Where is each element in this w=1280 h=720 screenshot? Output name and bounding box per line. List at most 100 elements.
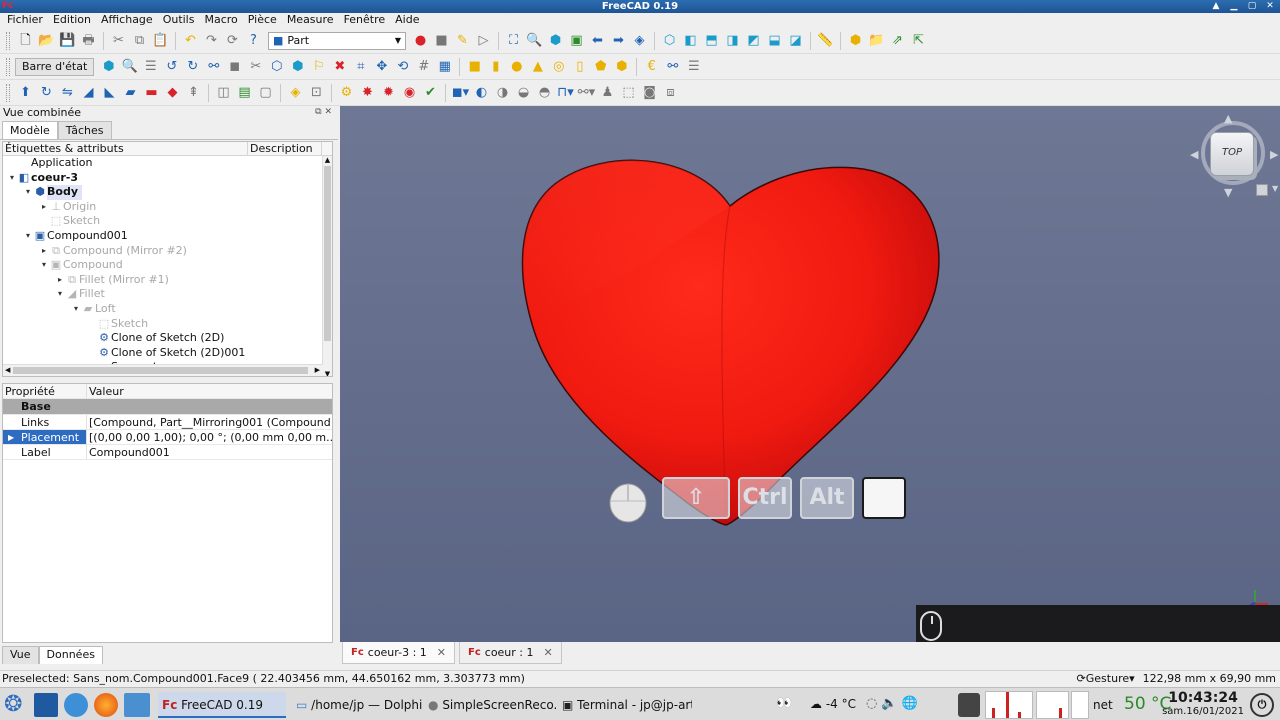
sphere-icon[interactable]: ● — [507, 57, 526, 76]
task-terminal[interactable]: ▣ Terminal - jp@jp-art... — [558, 692, 692, 718]
zoom-icon[interactable]: 🔍 — [120, 57, 139, 76]
mirror-icon[interactable]: ⇋ — [58, 83, 77, 102]
file-manager-icon[interactable] — [124, 693, 150, 717]
property-group-base[interactable]: Base — [3, 399, 332, 415]
property-row-placement[interactable]: ▶ Placement [(0,00 0,00 1,00); 0,00 °; (0… — [3, 429, 332, 446]
scroll-thumb[interactable] — [324, 166, 331, 341]
show-desktop-icon[interactable] — [34, 693, 58, 717]
common-icon[interactable]: ◒ — [514, 83, 533, 102]
tab-tasks[interactable]: Tâches — [57, 121, 112, 139]
tree-item[interactable]: ⬚ Sketch — [3, 214, 323, 229]
rotate-icon[interactable]: ⟲ — [393, 57, 412, 76]
menu-affichage[interactable]: Affichage — [96, 13, 158, 28]
property-header-name[interactable]: Propriété — [3, 384, 87, 399]
weather-applet[interactable]: ☁ -4 °C — [810, 697, 856, 711]
system-tray[interactable]: ◌🔈🌐 — [866, 696, 922, 711]
nav-menu-cube-icon[interactable] — [1256, 184, 1268, 196]
nav-menu-arrow-icon[interactable]: ▼ — [1272, 184, 1278, 193]
tree-item[interactable]: ⚙ Clone of Sketch (2D)001 — [3, 346, 323, 361]
snap-icon[interactable]: ⌗ — [351, 57, 370, 76]
group-icon[interactable]: 📁 — [867, 31, 886, 50]
coin-icon[interactable]: € — [642, 57, 661, 76]
tree-item[interactable]: Application — [3, 156, 323, 171]
light-icon[interactable]: ⚐ — [309, 57, 328, 76]
redo-icon[interactable]: ↷ — [202, 31, 221, 50]
scroll-up-icon[interactable]: ▲ — [323, 156, 332, 164]
cube-wire-icon[interactable]: ⬡ — [267, 57, 286, 76]
box-select-icon[interactable]: ⬚ — [619, 83, 638, 102]
whats-this-icon[interactable]: ? — [244, 31, 263, 50]
tree-item[interactable]: ▸ ⧉ Compound (Mirror #2) — [3, 244, 323, 259]
shape-builder-icon[interactable]: ⬢ — [612, 57, 631, 76]
expand-arrow-icon[interactable]: ▸ — [39, 200, 49, 215]
navigation-style-button[interactable]: ⟳Gesture▾ — [1077, 671, 1135, 687]
tree-item[interactable]: ▾ ▣ Compound — [3, 258, 323, 273]
box-view-icon[interactable]: ⬢ — [99, 57, 118, 76]
tab-data[interactable]: Données — [38, 646, 103, 664]
isometric-view-icon[interactable]: ⬡ — [660, 31, 679, 50]
property-row-links[interactable]: Links [Compound, Part__Mirroring001 (Com… — [3, 414, 332, 430]
start-menu-icon[interactable]: ❂ — [4, 692, 30, 718]
tree-item[interactable]: ▾ ▰ Loft — [3, 302, 323, 317]
stop-macro-icon[interactable]: ■ — [432, 31, 451, 50]
collapse-arrow-icon[interactable]: ▾ — [7, 171, 17, 186]
rotate-right-icon[interactable]: ↻ — [183, 57, 202, 76]
menu-fenetre[interactable]: Fenêtre — [339, 13, 391, 28]
new-document-icon[interactable]: 🗋 — [16, 31, 35, 50]
right-view-icon[interactable]: ◨ — [723, 31, 742, 50]
refresh-icon[interactable]: ⟳ — [223, 31, 242, 50]
close-tab-icon[interactable]: ✕ — [437, 642, 446, 664]
nav-down-arrow-icon[interactable]: ▼ — [1224, 186, 1232, 199]
make-face-icon[interactable]: ▰ — [121, 83, 140, 102]
tree-header-labels[interactable]: Étiquettes & attributs — [3, 142, 248, 155]
menu-macro[interactable]: Macro — [199, 13, 242, 28]
scroll-right-icon[interactable]: ▶ — [315, 366, 320, 374]
open-icon[interactable]: 📂 — [37, 31, 56, 50]
task-freecad[interactable]: Fc FreeCAD 0.19 — [158, 692, 286, 718]
clipboard-tray-icon[interactable]: ◌ — [866, 696, 881, 711]
nav-right-arrow-icon[interactable]: ▶ — [1270, 148, 1278, 161]
print-icon[interactable]: 🖶 — [79, 31, 98, 50]
tree-item[interactable]: ▾ ⬢ Body — [3, 185, 323, 200]
boolean-icon[interactable]: ◉ — [400, 83, 419, 102]
toolbar-grip[interactable] — [6, 83, 10, 102]
revolve-icon[interactable]: ↻ — [37, 83, 56, 102]
torus-icon[interactable]: ◎ — [549, 57, 568, 76]
property-header-value[interactable]: Valeur — [87, 384, 332, 398]
tree-item[interactable]: ▸ ⧉ Fillet (Mirror #1) — [3, 273, 323, 288]
tab-view[interactable]: Vue — [2, 646, 39, 664]
menu-fichier[interactable]: Fichier — [2, 13, 48, 28]
link-icon[interactable]: ⇗ — [888, 31, 907, 50]
heart-model[interactable] — [340, 106, 1280, 642]
property-value[interactable]: Compound001 — [87, 445, 332, 459]
link-group-icon[interactable]: ⚯ — [663, 57, 682, 76]
cone-icon[interactable]: ▲ — [528, 57, 547, 76]
expand-arrow-icon[interactable]: ▸ — [39, 244, 49, 259]
toolbar-grip[interactable] — [6, 57, 10, 76]
array-icon[interactable]: ▦ — [435, 57, 454, 76]
menu-piece[interactable]: Pièce — [243, 13, 282, 28]
section-icon[interactable]: ◫ — [214, 83, 233, 102]
left-view-icon[interactable]: ◪ — [786, 31, 805, 50]
chamfer-icon[interactable]: ◣ — [100, 83, 119, 102]
volume-icon[interactable]: 🔈 — [881, 696, 901, 711]
remove-icon[interactable]: ✖ — [330, 57, 349, 76]
menu-outils[interactable]: Outils — [158, 13, 200, 28]
measure-icon[interactable]: 📏 — [816, 31, 835, 50]
join-icon[interactable]: ⊓▾ — [556, 83, 575, 102]
undo-icon[interactable]: ↶ — [181, 31, 200, 50]
expand-arrow-icon[interactable]: ▶ — [8, 430, 14, 444]
nav-left-arrow-icon[interactable]: ◀ — [1190, 148, 1198, 161]
logout-icon[interactable]: ⏻ — [1250, 693, 1274, 717]
tree-vertical-scrollbar[interactable]: ▲ ▼ — [322, 156, 332, 376]
workbench-selector[interactable]: ■ Part ▼ — [268, 31, 406, 50]
save-icon[interactable]: 💾 — [58, 31, 77, 50]
compound-filter-icon[interactable]: ✹ — [379, 83, 398, 102]
links-icon[interactable]: ⚯ — [204, 57, 223, 76]
check-geometry-icon[interactable]: ✔ — [421, 83, 440, 102]
nav-cube-face[interactable]: TOP — [1210, 132, 1254, 176]
property-value[interactable]: [(0,00 0,00 1,00); 0,00 °; (0,00 mm 0,00… — [87, 430, 332, 444]
record-macro-icon[interactable]: ● — [411, 31, 430, 50]
fit-selection-icon[interactable]: 🔍 — [525, 31, 544, 50]
scroll-left-icon[interactable]: ◀ — [5, 366, 10, 374]
